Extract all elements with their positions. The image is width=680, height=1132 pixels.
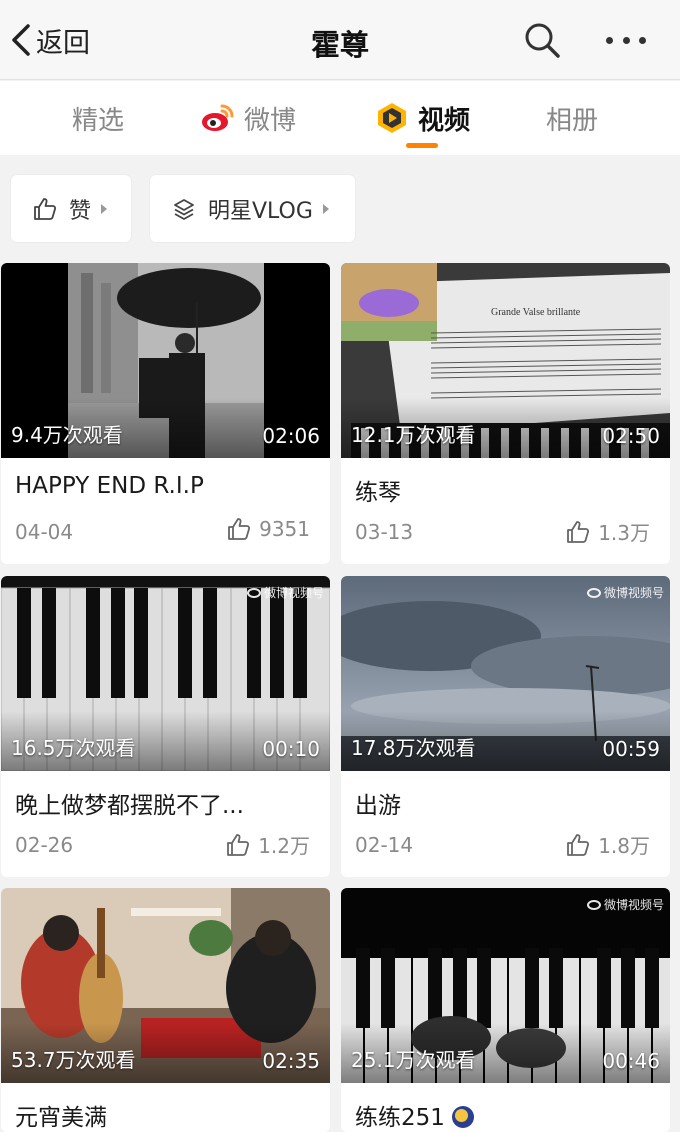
tab-weibo[interactable]: 微博	[200, 81, 296, 155]
view-count: 25.1万次观看	[351, 1048, 476, 1072]
watermark: 微博视频号	[246, 584, 324, 601]
layers-icon	[174, 198, 194, 220]
video-thumbnail: Grande Valse brillante 12.1万次观看 02:50	[341, 263, 670, 458]
filter-star-vlog[interactable]: 明星VLOG	[150, 175, 355, 242]
weibo-video-icon	[586, 587, 601, 598]
video-date: 03-13	[355, 520, 414, 544]
tab-album[interactable]: 相册	[546, 81, 598, 155]
watermark: 微博视频号	[586, 584, 664, 601]
video-date: 02-14	[355, 833, 414, 857]
tab-label: 视频	[418, 105, 471, 136]
active-tab-indicator	[406, 143, 438, 148]
thumb-up-icon	[34, 197, 57, 220]
view-count: 12.1万次观看	[351, 423, 476, 447]
page-title: 霍尊	[310, 28, 369, 62]
weibo-icon	[202, 104, 234, 131]
thumb-up-icon	[567, 520, 590, 543]
like-count-label: 1.8万	[598, 834, 650, 858]
video-card[interactable]: 微博视频号 16.5万次观看 00:10 晚上做梦都摆脱不了... 02-26 …	[1, 576, 330, 877]
video-thumbnail: 微博视频号 25.1万次观看 00:46	[341, 888, 670, 1083]
view-count: 17.8万次观看	[351, 736, 476, 760]
filter-likes[interactable]: 赞	[11, 175, 131, 242]
video-card[interactable]: 53.7万次观看 02:35 元宵美满	[1, 888, 330, 1132]
video-duration: 00:10	[262, 737, 320, 761]
thumb-up-icon	[227, 833, 250, 856]
video-card[interactable]: 微博视频号 17.8万次观看 00:59 出游 02-14 1.8万	[341, 576, 670, 877]
more-dot-icon	[606, 36, 613, 44]
view-count: 9.4万次观看	[11, 423, 123, 447]
sheet-music-title: Grande Valse brillante	[491, 307, 581, 318]
like-count[interactable]: 1.3万	[566, 517, 650, 546]
video-thumbnail: 53.7万次观看 02:35	[1, 888, 330, 1083]
like-count-label: 1.3万	[598, 521, 650, 545]
video-card[interactable]: 9.4万次观看 02:06 HAPPY END R.I.P 04-04 9351	[1, 263, 330, 564]
like-count[interactable]: 1.8万	[566, 830, 650, 859]
more-button[interactable]	[600, 24, 652, 56]
caret-right-icon	[322, 203, 329, 214]
video-duration: 00:46	[602, 1049, 660, 1073]
video-title: HAPPY END R.I.P	[15, 473, 204, 499]
thumb-up-icon	[567, 833, 590, 856]
view-count: 53.7万次观看	[11, 1048, 136, 1072]
tab-label: 相册	[546, 105, 599, 136]
video-duration: 02:50	[602, 424, 660, 448]
video-date: 04-04	[15, 520, 74, 544]
search-button[interactable]	[522, 20, 562, 60]
more-dot-icon	[622, 36, 630, 44]
watermark: 微博视频号	[586, 896, 664, 913]
video-duration: 02:35	[262, 1049, 320, 1073]
video-thumbnail: 微博视频号 17.8万次观看 00:59	[341, 576, 670, 771]
video-title: 晚上做梦都摆脱不了...	[15, 793, 244, 819]
video-title: 出游	[355, 793, 401, 819]
video-title: 元宵美满	[15, 1105, 107, 1131]
like-count-label: 9351	[259, 517, 310, 541]
video-title-text: 练练251	[355, 1105, 445, 1131]
filter-label: 明星VLOG	[208, 198, 313, 224]
thumb-up-icon	[228, 518, 251, 540]
weibo-video-icon	[246, 587, 261, 598]
filter-label: 赞	[69, 198, 92, 224]
video-thumbnail: 9.4万次观看 02:06	[1, 263, 330, 458]
tab-label: 微博	[244, 105, 297, 136]
video-date: 02-26	[15, 833, 74, 857]
video-title: 练琴	[355, 480, 401, 506]
top-nav-bar: 返回 霍尊	[0, 0, 680, 80]
video-thumbnail: 微博视频号 16.5万次观看 00:10	[1, 576, 330, 771]
view-count: 16.5万次观看	[11, 736, 136, 760]
video-duration: 02:06	[262, 424, 320, 448]
like-count[interactable]: 9351	[227, 517, 310, 541]
video-title: 练练251	[355, 1098, 655, 1132]
like-count-label: 1.2万	[258, 834, 310, 858]
moon-emoji-icon	[452, 1106, 475, 1128]
search-icon	[525, 23, 560, 58]
video-icon	[378, 103, 406, 133]
caret-right-icon	[101, 203, 108, 214]
tab-label: 精选	[72, 105, 125, 136]
weibo-video-icon	[586, 899, 601, 910]
like-count[interactable]: 1.2万	[226, 830, 310, 859]
profile-tabs: 精选 微博 视频 相册	[0, 81, 680, 155]
more-dot-icon	[639, 36, 646, 44]
video-card[interactable]: Grande Valse brillante 12.1万次观看 02:50 练琴…	[341, 263, 670, 564]
tab-featured[interactable]: 精选	[72, 81, 124, 155]
video-card[interactable]: 微博视频号 25.1万次观看 00:46 练练251	[341, 888, 670, 1132]
video-duration: 00:59	[602, 737, 660, 761]
